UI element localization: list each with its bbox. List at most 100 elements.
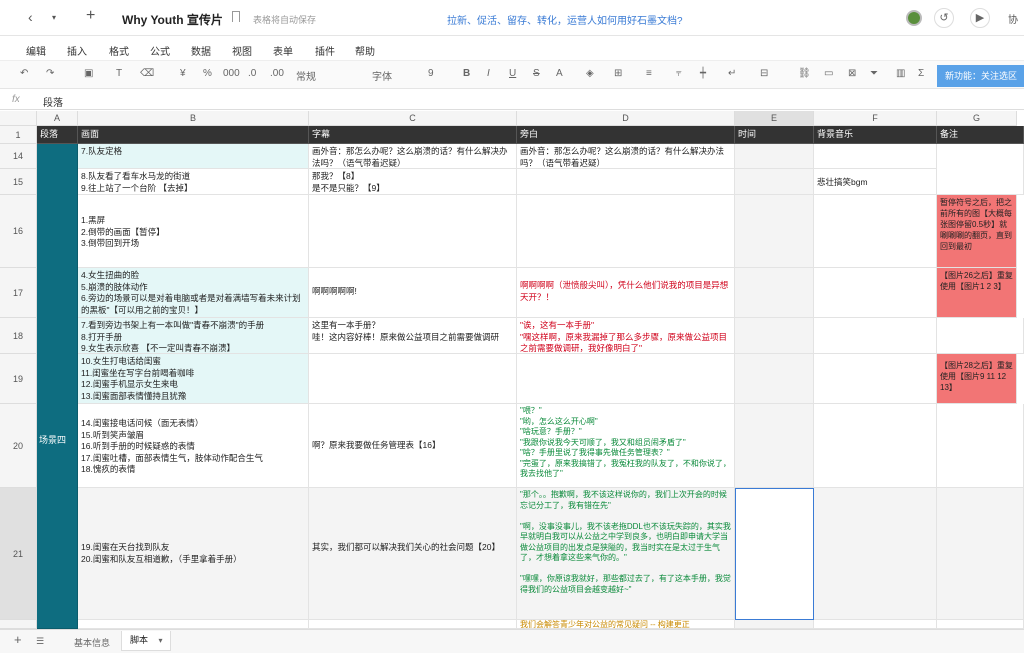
promo-banner-link[interactable]: 拉新、促活、留存、转化，运营人如何用好石墨文档? <box>447 12 683 27</box>
table-cell[interactable]: 啊？原来我要做任务管理表【16】 <box>309 404 517 488</box>
table-cell[interactable]: "喂？" "哟，怎么这么开心啊" "啥玩意？手册？" "我跟你说我今天可顺了，我… <box>517 404 735 488</box>
table-cell[interactable] <box>735 620 814 629</box>
sheet-list-icon[interactable]: ☰ <box>36 636 44 647</box>
table-cell[interactable] <box>937 318 1024 354</box>
table-cell[interactable] <box>309 620 517 629</box>
table-cell[interactable] <box>937 488 1024 620</box>
menu-formula[interactable]: 公式 <box>150 43 170 58</box>
table-cell[interactable] <box>735 169 814 195</box>
table-cell[interactable]: 4.女生扭曲的脸 5.崩溃的肢体动作 6.旁边的场景可以是对着电脑或者是对着满墙… <box>78 268 309 318</box>
row-header[interactable]: 14 <box>0 144 37 169</box>
row-header[interactable]: 17 <box>0 268 37 318</box>
table-cell[interactable] <box>814 488 937 620</box>
table-cell[interactable]: 画外音：那怎么办呢？这么崩溃的话？有什么解决办法吗？（语气带着迟疑） <box>309 144 517 169</box>
formula-input[interactable]: 段落 <box>43 94 63 109</box>
menu-form[interactable]: 表单 <box>273 43 293 58</box>
present-icon[interactable]: ▶ <box>970 8 990 28</box>
table-cell[interactable]: 我们会解答青少年对公益的常见疑问 -- 构建更正 <box>517 620 735 629</box>
header-cell[interactable]: 字幕 <box>309 126 517 144</box>
thousands-button[interactable]: 000 <box>223 68 240 79</box>
clear-format-icon[interactable]: ⌫ <box>140 68 154 79</box>
row-header[interactable]: 15 <box>0 169 37 195</box>
table-cell[interactable]: 画外音：那怎么办呢？这么崩溃的话？有什么解决办法吗？（语气带着迟疑） <box>517 144 735 169</box>
table-cell[interactable] <box>309 195 517 268</box>
header-cell[interactable]: 画面 <box>78 126 309 144</box>
borders-icon[interactable]: ⊞ <box>614 68 622 79</box>
table-cell[interactable]: "诶，这有一本手册" "嘿这样啊，原来我漏掉了那么多步骤，原来做公益项目之前需要… <box>517 318 735 354</box>
table-cell[interactable] <box>517 169 735 195</box>
column-header-g[interactable]: G <box>937 111 1017 126</box>
table-cell[interactable] <box>814 268 937 318</box>
table-cell[interactable]: 悲壮搞笑bgm <box>814 169 937 195</box>
table-cell[interactable]: 14.闺蜜接电话问候（面无表情） 15.听到笑声皱眉 16.听到手册的时候疑惑的… <box>78 404 309 488</box>
table-cell-note[interactable]: 暂停符号之后，把之前所有的图【大概每张图停留0.5秒】就唰唰唰的翻页，直到回到最… <box>937 195 1017 268</box>
strikethrough-button[interactable]: S <box>533 68 540 79</box>
bold-button[interactable]: B <box>463 68 470 79</box>
table-cell-note[interactable]: 【图片28之后】重复使用【图片9 11 12 13】 <box>937 354 1017 404</box>
fill-color-icon[interactable]: ◈ <box>586 68 594 79</box>
header-cell[interactable]: 备注 <box>937 126 1024 144</box>
menu-insert[interactable]: 插入 <box>67 43 87 58</box>
menu-data[interactable]: 数据 <box>191 43 211 58</box>
row-header[interactable] <box>0 620 37 629</box>
table-cell[interactable] <box>814 318 937 354</box>
table-cell[interactable] <box>814 354 937 404</box>
insert-link-icon[interactable]: ⛓ <box>798 68 811 79</box>
align-left-icon[interactable]: ≡ <box>646 68 652 79</box>
chevron-down-icon[interactable]: ▾ <box>159 636 163 645</box>
table-cell[interactable]: 7.看到旁边书架上有一本叫做"青春不崩溃"的手册 8.打开手册 9.女生表示欣喜… <box>78 318 309 354</box>
align-middle-icon[interactable]: ⫧ <box>676 68 682 79</box>
table-cell[interactable] <box>814 144 937 169</box>
column-header-c[interactable]: C <box>309 111 517 126</box>
collaborate-button[interactable]: 协 <box>1008 11 1018 26</box>
table-cell[interactable]: 那我？【8】 是不是只能？【9】 <box>309 169 517 195</box>
table-cell[interactable] <box>735 268 814 318</box>
table-cell-note[interactable]: 【图片26之后】重复使用【图片1 2 3】 <box>937 268 1017 318</box>
table-cell[interactable] <box>735 144 814 169</box>
table-cell[interactable]: "那个。。抱歉啊，我不该这样说你的，我们上次开会的时候忘记分工了，我有错在先" … <box>517 488 735 620</box>
new-feature-banner[interactable]: 新功能：关注选区 <box>937 65 1024 87</box>
table-cell[interactable]: 1.黑屏 2.倒带的画面【暂停】 3.倒带回到开场 <box>78 195 309 268</box>
table-cell[interactable] <box>937 620 1024 629</box>
decimal-increase-button[interactable]: .00 <box>270 68 284 79</box>
table-cell[interactable] <box>735 354 814 404</box>
menu-view[interactable]: 视图 <box>232 43 252 58</box>
document-title[interactable]: Why Youth 宣传片 <box>122 11 223 28</box>
select-all-corner[interactable] <box>0 111 37 126</box>
table-cell[interactable]: 这里有一本手册？ 哇！这内容好棒！原来做公益项目之前需要做调研 <box>309 318 517 354</box>
table-cell[interactable]: 其实，我们都可以解决我们关心的社会问题【20】 <box>309 488 517 620</box>
vertical-align-icon[interactable]: ┿ <box>700 68 706 79</box>
menu-edit[interactable]: 编辑 <box>26 43 46 58</box>
column-header-a[interactable]: A <box>37 111 78 126</box>
sheet-tab-basic-info[interactable]: 基本信息 <box>74 636 110 649</box>
column-header-d[interactable]: D <box>517 111 735 126</box>
merge-cells-icon[interactable]: ⊟ <box>760 68 768 79</box>
insert-comment-icon[interactable]: ▭ <box>824 68 833 79</box>
table-cell[interactable] <box>309 354 517 404</box>
table-cell[interactable] <box>517 354 735 404</box>
underline-button[interactable]: U <box>509 68 516 79</box>
filter-icon[interactable]: ⏷ <box>870 68 878 79</box>
table-cell[interactable]: 19.闺蜜在天台找到队友 20.闺蜜和队友互相道歉，（手里拿着手册） <box>78 488 309 620</box>
font-select[interactable]: 字体 <box>372 68 392 83</box>
italic-button[interactable]: I <box>487 68 490 79</box>
sheet-tab-script[interactable]: 脚本 ▾ <box>121 631 171 651</box>
table-cell[interactable]: 8.队友看了看车水马龙的街道 9.往上站了一个台阶 【去掉】 <box>78 169 309 195</box>
table-cell[interactable]: 7.队友定格 <box>78 144 309 169</box>
redo-icon[interactable]: ↷ <box>46 68 54 79</box>
scene-merged-cell[interactable]: 场景四 <box>37 144 78 629</box>
row-header[interactable]: 1 <box>0 126 37 144</box>
format-painter-icon[interactable]: T <box>116 68 122 79</box>
paste-icon[interactable]: ▣ <box>84 68 93 79</box>
header-cell[interactable]: 背景音乐 <box>814 126 937 144</box>
wrap-text-icon[interactable]: ↵ <box>728 68 736 79</box>
menu-help[interactable]: 帮助 <box>355 43 375 58</box>
table-cell[interactable] <box>735 195 814 268</box>
header-cell[interactable]: 旁白 <box>517 126 735 144</box>
column-header-e[interactable]: E <box>735 111 814 126</box>
table-cell[interactable]: 啊啊啊啊（泄愤般尖叫），凭什么他们说我的项目是异想天开？！ <box>517 268 735 318</box>
row-header[interactable]: 21 <box>0 488 37 620</box>
currency-button[interactable]: ¥ <box>180 68 186 79</box>
decimal-decrease-button[interactable]: .0 <box>248 68 256 79</box>
bookmark-icon[interactable] <box>232 11 240 22</box>
